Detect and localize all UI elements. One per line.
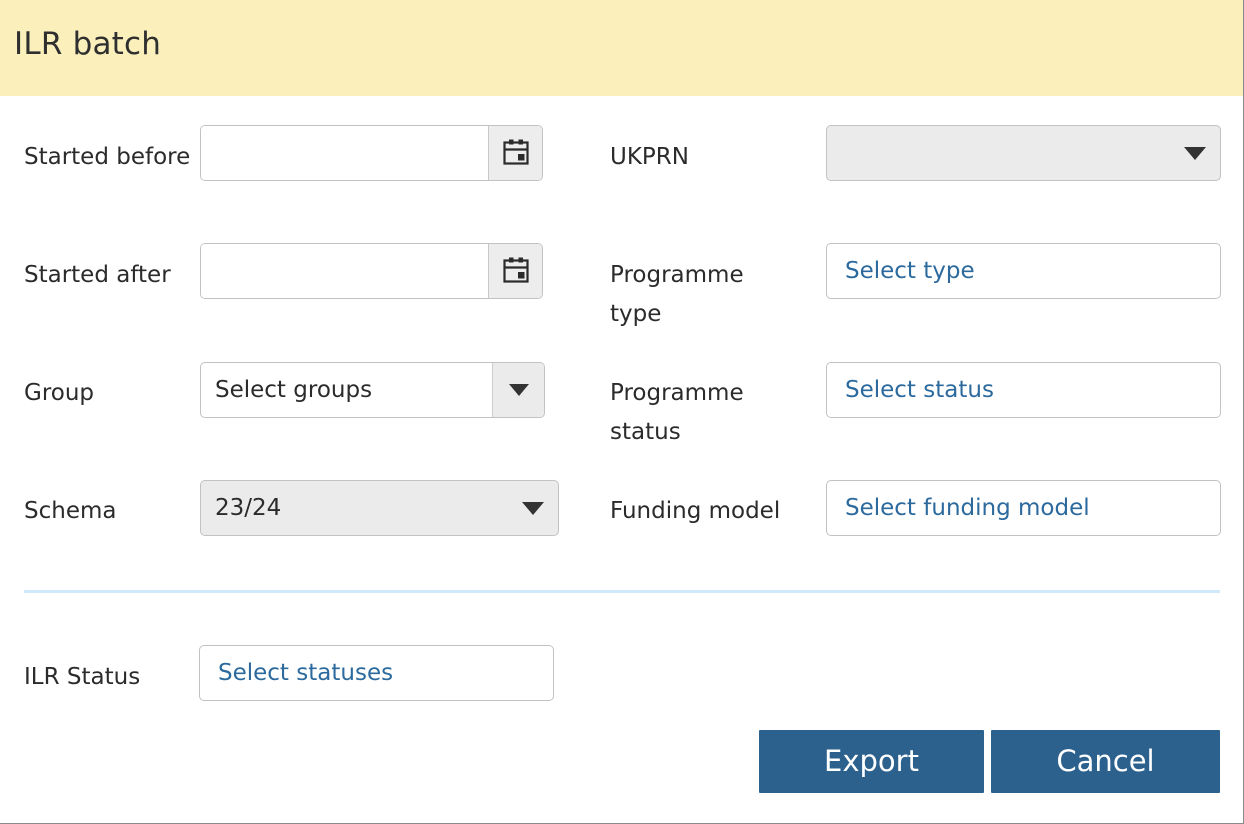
ukprn-label: UKPRN bbox=[610, 144, 689, 170]
export-button[interactable]: Export bbox=[759, 730, 984, 793]
schema-label: Schema bbox=[24, 498, 117, 524]
cancel-button[interactable]: Cancel bbox=[991, 730, 1220, 793]
funding-model-placeholder: Select funding model bbox=[845, 495, 1090, 521]
ilr-batch-dialog: ILR batch Started before Started after G… bbox=[0, 0, 1244, 824]
started-before-field[interactable] bbox=[200, 125, 543, 181]
started-after-field[interactable] bbox=[200, 243, 543, 299]
group-select[interactable]: Select groups bbox=[200, 362, 545, 418]
calendar-icon bbox=[501, 137, 531, 170]
started-after-calendar-button[interactable] bbox=[488, 244, 542, 298]
programme-status-select[interactable]: Select status bbox=[826, 362, 1221, 418]
chevron-down-icon bbox=[1184, 146, 1206, 160]
section-divider bbox=[24, 590, 1220, 593]
group-dropdown-button[interactable] bbox=[492, 363, 544, 417]
ilr-status-select[interactable]: Select statuses bbox=[199, 645, 554, 701]
started-before-input[interactable] bbox=[201, 126, 488, 180]
programme-type-placeholder: Select type bbox=[845, 258, 975, 284]
programme-status-label: Programme status bbox=[610, 380, 744, 445]
started-after-input[interactable] bbox=[201, 244, 488, 298]
programme-type-select[interactable]: Select type bbox=[826, 243, 1221, 299]
group-value: Select groups bbox=[215, 377, 373, 403]
chevron-down-icon bbox=[522, 501, 544, 515]
dialog-header: ILR batch bbox=[0, 0, 1243, 96]
group-label: Group bbox=[24, 380, 95, 406]
ilr-status-label: ILR Status bbox=[24, 664, 141, 690]
ukprn-select[interactable] bbox=[826, 125, 1221, 181]
chevron-down-icon bbox=[508, 384, 529, 396]
funding-model-select[interactable]: Select funding model bbox=[826, 480, 1221, 536]
ilr-batch-form: Started before Started after Group Selec… bbox=[0, 96, 1243, 823]
schema-value: 23/24 bbox=[215, 495, 282, 521]
ilr-status-placeholder: Select statuses bbox=[218, 660, 394, 686]
schema-select[interactable]: 23/24 bbox=[200, 480, 559, 536]
programme-type-label: Programme type bbox=[610, 262, 744, 327]
programme-status-placeholder: Select status bbox=[845, 377, 994, 403]
funding-model-label: Funding model bbox=[610, 498, 781, 524]
started-before-calendar-button[interactable] bbox=[488, 126, 542, 180]
started-after-label: Started after bbox=[24, 262, 171, 288]
calendar-icon bbox=[501, 255, 531, 288]
started-before-label: Started before bbox=[24, 144, 191, 170]
page-title: ILR batch bbox=[14, 26, 162, 62]
